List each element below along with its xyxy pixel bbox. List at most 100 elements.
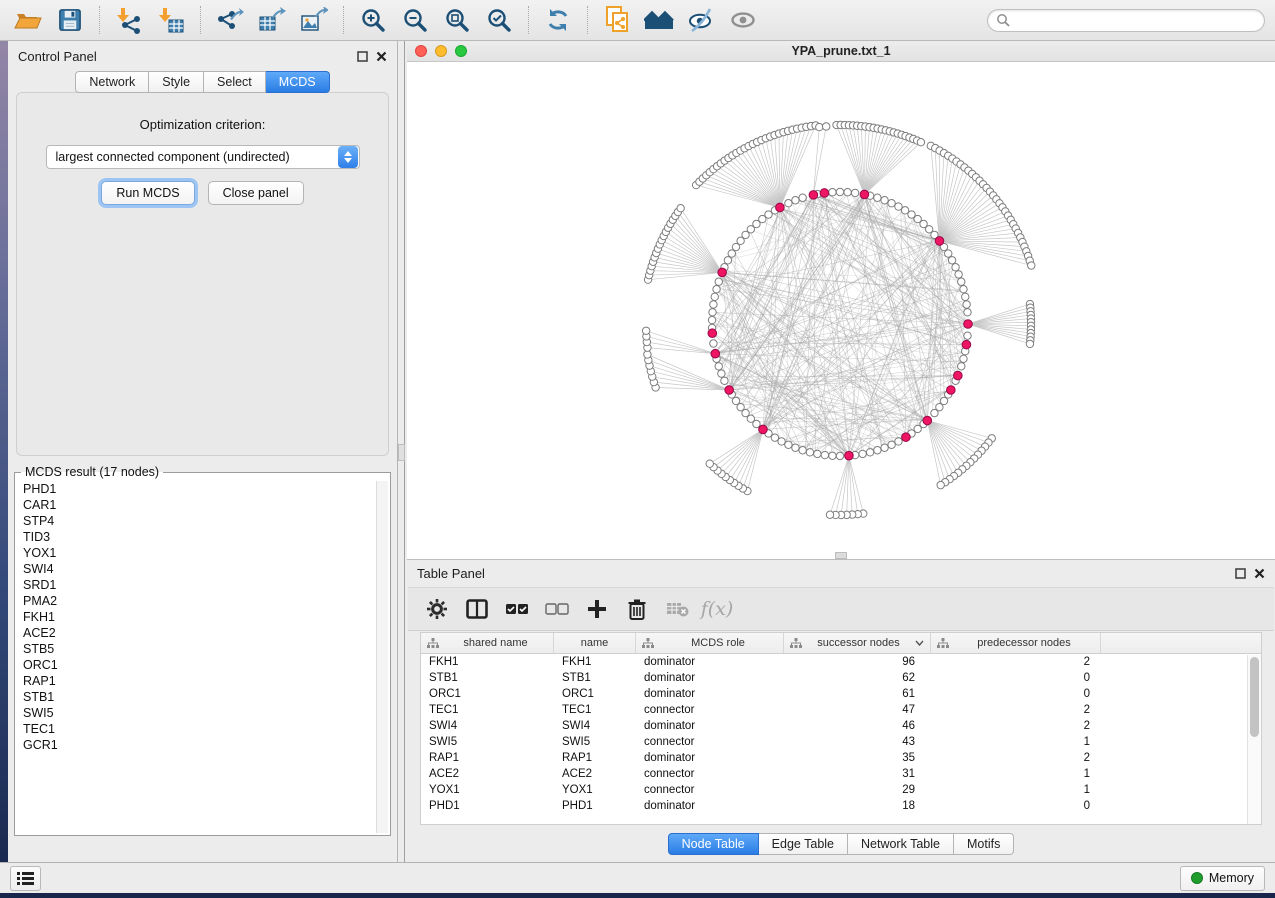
network-snapshot-button[interactable] [599, 3, 635, 37]
tab-edge-table[interactable]: Edge Table [759, 833, 848, 855]
list-scrollbar[interactable] [376, 481, 388, 833]
minimize-window-button[interactable] [435, 45, 447, 57]
network-canvas[interactable] [407, 62, 1275, 559]
show-hidden-button[interactable] [725, 3, 761, 37]
mcds-result-item[interactable]: PHD1 [17, 481, 375, 497]
tab-mcds[interactable]: MCDS [266, 71, 330, 93]
show-columns-button[interactable] [462, 592, 492, 626]
homes-button[interactable] [641, 3, 677, 37]
delete-column-button[interactable] [622, 592, 652, 626]
maximize-window-button[interactable] [455, 45, 467, 57]
horizontal-splitter-grip[interactable] [835, 552, 847, 559]
close-window-button[interactable] [415, 45, 427, 57]
mcds-result-item[interactable]: SRD1 [17, 577, 375, 593]
table-row[interactable]: FKH1FKH1dominator962 [421, 654, 1261, 670]
table-scrollbar[interactable] [1247, 655, 1261, 824]
zoom-in-button[interactable] [355, 3, 391, 37]
close-panel-icon[interactable] [1254, 568, 1265, 579]
search-icon [996, 13, 1011, 28]
table-settings-button[interactable] [422, 592, 452, 626]
mcds-result-item[interactable]: ORC1 [17, 657, 375, 673]
table-cell: STB1 [421, 672, 554, 684]
memory-button[interactable]: Memory [1180, 866, 1265, 891]
mcds-result-item[interactable]: STB1 [17, 689, 375, 705]
mcds-result-item[interactable]: FKH1 [17, 609, 375, 625]
search-input[interactable] [1016, 11, 1256, 29]
mcds-result-item[interactable]: YOX1 [17, 545, 375, 561]
optimization-select[interactable]: largest connected component (undirected) [46, 145, 360, 169]
table-header-row: shared namenameMCDS rolesuccessor nodesp… [421, 633, 1261, 654]
column-header-successor-nodes[interactable]: successor nodes [784, 633, 931, 653]
hide-selected-button[interactable] [683, 3, 719, 37]
tab-motifs[interactable]: Motifs [954, 833, 1014, 855]
tab-network[interactable]: Network [75, 71, 149, 93]
mcds-result-item[interactable]: TID3 [17, 529, 375, 545]
table-cell: 2 [931, 656, 1101, 668]
export-image-button[interactable] [296, 3, 332, 37]
splitter-grip[interactable] [398, 444, 405, 461]
close-panel-button[interactable]: Close panel [208, 181, 304, 205]
task-history-button[interactable] [10, 866, 41, 891]
zoom-fit-button[interactable] [439, 3, 475, 37]
close-panel-icon[interactable] [376, 51, 387, 62]
mcds-result-item[interactable]: TEC1 [17, 721, 375, 737]
unselect-all-columns-button[interactable] [542, 592, 572, 626]
table-row[interactable]: YOX1YOX1connector291 [421, 782, 1261, 798]
refresh-button[interactable] [540, 3, 576, 37]
zoom-out-button[interactable] [397, 3, 433, 37]
node-table: shared namenameMCDS rolesuccessor nodesp… [420, 632, 1262, 825]
mcds-result-item[interactable]: GCR1 [17, 737, 375, 753]
column-header-shared-name[interactable]: shared name [421, 633, 554, 653]
delete-table-button[interactable] [662, 592, 692, 626]
toolbar-separator [343, 6, 344, 34]
table-cell: 61 [784, 688, 931, 700]
select-all-columns-button[interactable] [502, 592, 532, 626]
open-file-button[interactable] [10, 3, 46, 37]
mcds-result-item[interactable]: RAP1 [17, 673, 375, 689]
tab-node-table[interactable]: Node Table [668, 833, 759, 855]
table-row[interactable]: SWI4SWI4dominator462 [421, 718, 1261, 734]
open-folder-icon [14, 7, 42, 33]
table-scrollbar-thumb[interactable] [1250, 657, 1259, 737]
table-row[interactable]: TEC1TEC1connector472 [421, 702, 1261, 718]
create-column-button[interactable] [582, 592, 612, 626]
mcds-result-item[interactable]: SWI5 [17, 705, 375, 721]
tab-select[interactable]: Select [204, 71, 266, 93]
float-panel-icon[interactable] [1235, 568, 1246, 579]
mcds-result-list[interactable]: PHD1CAR1STP4TID3YOX1SWI4SRD1PMA2FKH1ACE2… [17, 481, 375, 833]
table-row[interactable]: SWI5SWI5connector431 [421, 734, 1261, 750]
mcds-result-item[interactable]: CAR1 [17, 497, 375, 513]
table-toolbar: f(x) [408, 587, 1274, 631]
table-cell: dominator [636, 672, 784, 684]
table-row[interactable]: PHD1PHD1dominator180 [421, 798, 1261, 814]
mcds-result-item[interactable]: ACE2 [17, 625, 375, 641]
run-mcds-button[interactable]: Run MCDS [101, 181, 194, 205]
table-row[interactable]: ACE2ACE2connector311 [421, 766, 1261, 782]
toolbar-separator [200, 6, 201, 34]
tab-style[interactable]: Style [149, 71, 204, 93]
export-network-button[interactable] [212, 3, 248, 37]
export-table-button[interactable] [254, 3, 290, 37]
save-button[interactable] [52, 3, 88, 37]
mcds-result-item[interactable]: STB5 [17, 641, 375, 657]
table-cell: dominator [636, 800, 784, 812]
column-header-MCDS-role[interactable]: MCDS role [636, 633, 784, 653]
table-row[interactable]: ORC1ORC1dominator610 [421, 686, 1261, 702]
mcds-result-item[interactable]: PMA2 [17, 593, 375, 609]
float-panel-icon[interactable] [357, 51, 368, 62]
import-network-button[interactable] [111, 3, 147, 37]
column-header-predecessor-nodes[interactable]: predecessor nodes [931, 633, 1101, 653]
import-table-button[interactable] [153, 3, 189, 37]
table-cell: SWI5 [421, 736, 554, 748]
table-row[interactable]: RAP1RAP1dominator352 [421, 750, 1261, 766]
mcds-result-item[interactable]: SWI4 [17, 561, 375, 577]
function-builder-button[interactable]: f(x) [702, 592, 732, 626]
checked-boxes-icon [505, 603, 529, 616]
network-graph[interactable] [407, 62, 1275, 559]
table-row[interactable]: STB1STB1dominator620 [421, 670, 1261, 686]
mcds-result-item[interactable]: STP4 [17, 513, 375, 529]
tab-network-table[interactable]: Network Table [848, 833, 954, 855]
column-header-name[interactable]: name [554, 633, 636, 653]
table-panel: Table Panel f(x) shared namenameMCDS rol… [407, 559, 1275, 862]
zoom-selected-button[interactable] [481, 3, 517, 37]
